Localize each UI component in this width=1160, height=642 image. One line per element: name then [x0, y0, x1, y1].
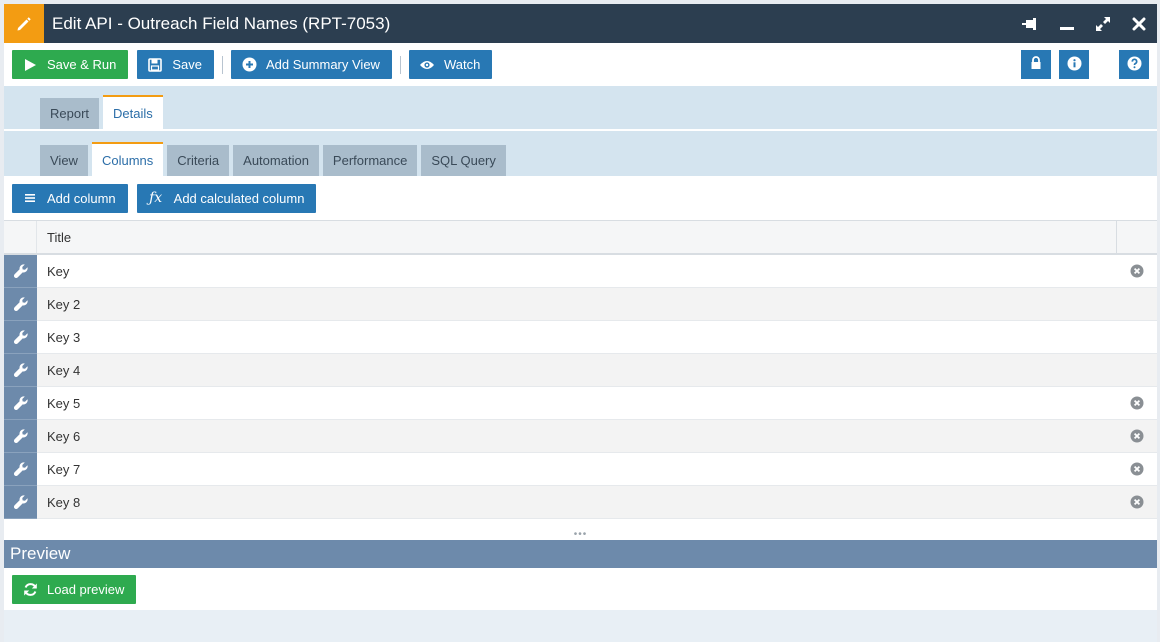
help-icon: [1127, 56, 1142, 74]
table-row[interactable]: Key 4: [4, 353, 1157, 387]
wrench-icon[interactable]: [4, 419, 37, 453]
tab-automation[interactable]: Automation: [233, 145, 319, 176]
wrench-icon[interactable]: [4, 254, 37, 288]
sub-tabbar: View Columns Criteria Automation Perform…: [4, 131, 1157, 176]
column-title: Key 2: [47, 296, 81, 312]
column-title: Key 7: [47, 461, 81, 477]
tab-sql-query[interactable]: SQL Query: [421, 145, 506, 176]
table-row[interactable]: Key 5: [4, 386, 1157, 420]
edit-api-window: Edit API - Outreach Field Names (RPT-705…: [4, 4, 1157, 642]
tab-details[interactable]: Details: [103, 95, 163, 129]
load-preview-label: Load preview: [47, 581, 125, 597]
save-button[interactable]: Save: [137, 50, 215, 79]
add-column-label: Add column: [47, 190, 116, 206]
remove-icon[interactable]: [1117, 264, 1157, 278]
table-header: Title: [4, 221, 1157, 255]
column-title: Key: [47, 263, 70, 279]
tab-performance[interactable]: Performance: [322, 145, 418, 176]
tab-view[interactable]: View: [40, 145, 88, 176]
preview-heading: Preview: [4, 540, 1157, 568]
top-tabbar: Report Details: [4, 86, 1157, 129]
pencil-icon: [4, 4, 44, 43]
table-row[interactable]: Key 6: [4, 419, 1157, 453]
add-calculated-column-button[interactable]: ƒx Add calculated column: [136, 183, 317, 213]
preview-body: Load preview: [4, 568, 1157, 610]
tab-label: SQL Query: [431, 153, 496, 168]
add-summary-view-label: Add Summary View: [266, 57, 380, 72]
header-title: Title: [37, 221, 1117, 253]
info-icon: [1067, 56, 1082, 74]
add-summary-view-button[interactable]: Add Summary View: [231, 50, 392, 79]
function-icon: ƒx: [149, 190, 163, 206]
tab-label: Automation: [243, 153, 309, 168]
column-title: Key 4: [47, 362, 81, 378]
tab-columns[interactable]: Columns: [91, 142, 164, 176]
table-row[interactable]: Key 8: [4, 485, 1157, 519]
tab-label: Performance: [332, 153, 408, 168]
tab-criteria[interactable]: Criteria: [167, 145, 230, 176]
remove-icon[interactable]: [1117, 495, 1157, 509]
wrench-icon[interactable]: [4, 320, 37, 354]
table-body: Key Key 2 Key 3 Key 4 Key 5 Key 6 Key 7 Key 8: [4, 254, 1157, 519]
resize-splitter[interactable]: •••: [4, 519, 1157, 540]
save-and-run-label: Save & Run: [47, 57, 117, 72]
add-calculated-column-label: Add calculated column: [173, 190, 305, 206]
toolbar: Save & Run Save Add Summary View Watch: [4, 43, 1157, 86]
minimize-icon[interactable]: [1049, 4, 1085, 43]
toolbar-divider: [222, 55, 224, 74]
table-row[interactable]: Key: [4, 254, 1157, 288]
load-preview-button[interactable]: Load preview: [12, 574, 137, 604]
lock-icon: [1030, 56, 1042, 73]
table-row[interactable]: Key 2: [4, 287, 1157, 321]
maximize-icon[interactable]: [1085, 4, 1121, 43]
tab-label: Columns: [101, 152, 154, 168]
column-title: Key 5: [47, 395, 81, 411]
floppy-disk-icon: [147, 57, 163, 73]
refresh-icon: [22, 581, 38, 597]
tab-report[interactable]: Report: [40, 98, 100, 129]
toolbar-divider: [399, 55, 401, 74]
add-column-button[interactable]: Add column: [12, 183, 128, 213]
remove-icon[interactable]: [1117, 396, 1157, 410]
column-title: Key 3: [47, 329, 81, 345]
titlebar: Edit API - Outreach Field Names (RPT-705…: [4, 4, 1157, 43]
close-icon[interactable]: [1121, 4, 1157, 43]
lock-button[interactable]: [1021, 50, 1051, 79]
column-actions: Add column ƒx Add calculated column: [4, 176, 1157, 220]
play-icon: [22, 57, 38, 73]
wrench-icon[interactable]: [4, 287, 37, 321]
save-label: Save: [172, 57, 203, 72]
tab-label: Report: [50, 106, 90, 121]
wrench-icon[interactable]: [4, 452, 37, 486]
columns-table: Title Key Key 2 Key 3 Key 4 Key 5 Key 6 Key 7K…: [4, 220, 1157, 519]
eye-icon: [419, 57, 435, 73]
tab-label: View: [50, 153, 78, 168]
header-handle-cell: [4, 221, 37, 253]
table-row[interactable]: Key 3: [4, 320, 1157, 354]
column-title: Key 6: [47, 428, 81, 444]
watch-button[interactable]: Watch: [408, 50, 493, 79]
help-button[interactable]: [1119, 50, 1149, 79]
remove-icon[interactable]: [1117, 429, 1157, 443]
save-and-run-button[interactable]: Save & Run: [12, 50, 129, 79]
table-row[interactable]: Key 7: [4, 452, 1157, 486]
list-icon: [22, 190, 38, 206]
plus-circle-icon: [241, 57, 257, 73]
wrench-icon[interactable]: [4, 386, 37, 420]
remove-icon[interactable]: [1117, 462, 1157, 476]
wrench-icon[interactable]: [4, 485, 37, 519]
preview-footer: [4, 610, 1157, 642]
column-title: Key 8: [47, 494, 81, 510]
wrench-icon[interactable]: [4, 353, 37, 387]
tab-label: Criteria: [177, 153, 220, 168]
info-button[interactable]: [1059, 50, 1089, 79]
tab-label: Details: [113, 105, 153, 121]
pin-icon[interactable]: [1013, 4, 1049, 43]
drag-handle-icon[interactable]: •••: [574, 530, 588, 540]
watch-label: Watch: [443, 57, 481, 72]
window-title: Edit API - Outreach Field Names (RPT-705…: [52, 13, 391, 33]
